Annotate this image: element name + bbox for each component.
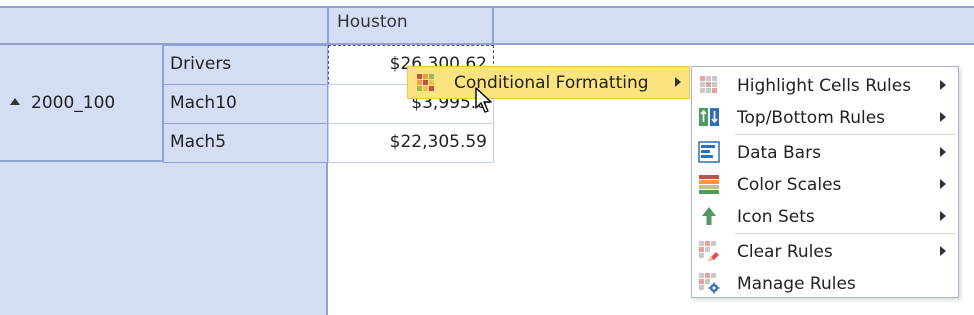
menu-label-color-scales: Color Scales [737, 175, 842, 195]
menu-label-top-bottom-rules: Top/Bottom Rules [737, 108, 886, 128]
manage-rules-icon [699, 273, 720, 294]
collapse-caret-icon[interactable] [10, 98, 20, 105]
menu-label-clear-rules: Clear Rules [737, 242, 833, 262]
row-header-drivers[interactable]: Drivers [163, 45, 328, 85]
submenu-arrow-icon [940, 80, 946, 90]
menu-label-data-bars: Data Bars [737, 143, 821, 163]
top-bottom-icon [699, 108, 719, 126]
highlight-cells-icon [700, 76, 717, 93]
submenu-arrow-icon [940, 211, 946, 221]
row-group-label: 2000_100 [31, 93, 116, 113]
submenu-arrow-icon [940, 147, 946, 157]
menu-item-data-bars[interactable] [692, 136, 958, 168]
submenu-arrow-icon [940, 246, 946, 256]
data-cell-mach5[interactable]: $22,305.59 [328, 123, 494, 163]
color-scales-icon [699, 175, 719, 194]
submenu-arrow-icon [675, 77, 681, 87]
menu-label-icon-sets: Icon Sets [737, 207, 815, 227]
submenu-arrow-icon [940, 112, 946, 122]
row-header-mach10[interactable]: Mach10 [163, 84, 328, 124]
menu-separator [735, 134, 955, 135]
conditional-formatting-icon [417, 74, 435, 92]
menu-item-icon-sets[interactable] [692, 200, 958, 232]
mouse-cursor-icon [475, 87, 492, 113]
data-bars-icon [698, 141, 720, 163]
menu-label-manage-rules: Manage Rules [737, 274, 856, 294]
icon-sets-icon [702, 207, 716, 225]
menu-separator [735, 233, 955, 234]
column-header-houston[interactable]: Houston [327, 6, 494, 45]
submenu-arrow-icon [940, 179, 946, 189]
menu-label-highlight-cells-rules: Highlight Cells Rules [737, 76, 912, 96]
clear-rules-icon [699, 241, 719, 261]
row-header-mach5[interactable]: Mach5 [163, 123, 328, 163]
